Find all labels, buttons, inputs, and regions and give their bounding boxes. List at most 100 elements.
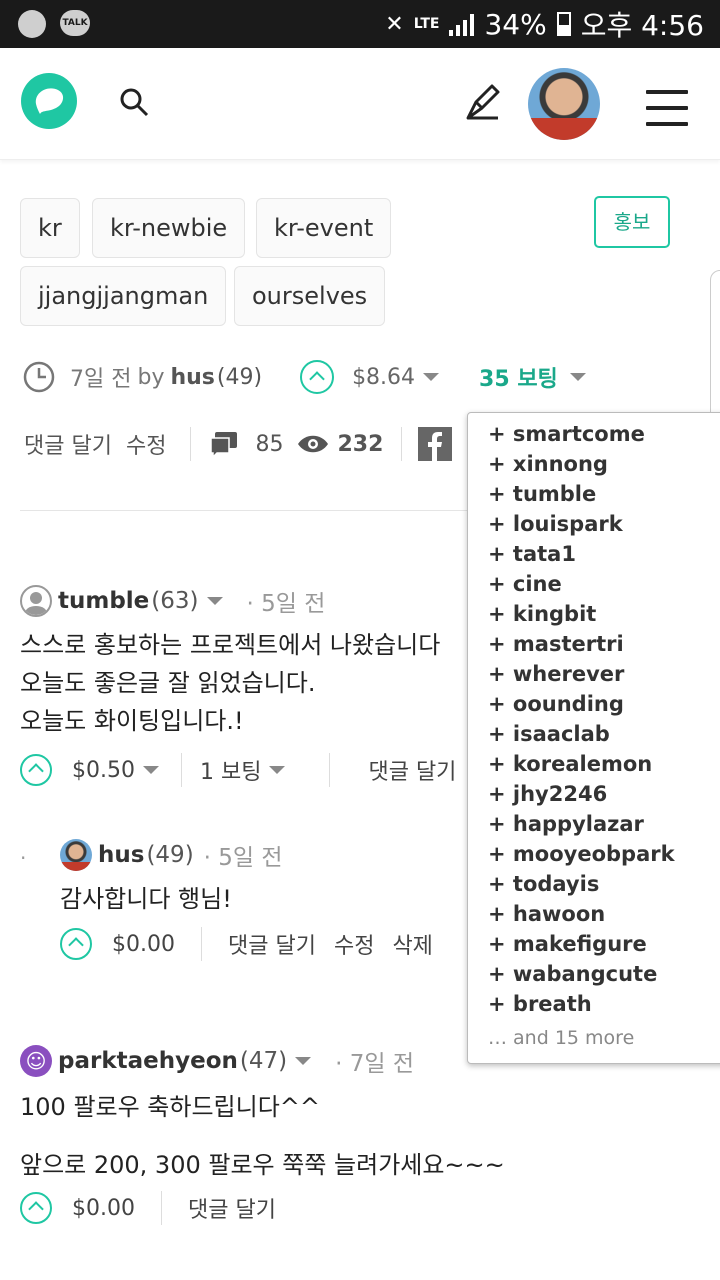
post-actions: 댓글 달기 수정 85 232 (24, 426, 453, 462)
voter-item[interactable]: + wherever (488, 659, 720, 689)
comment-upvote-icon[interactable] (20, 754, 52, 786)
tag-jjangjjangman[interactable]: jjangjjangman (20, 266, 227, 326)
comment-author[interactable]: hus (98, 842, 144, 868)
voter-item[interactable]: + jhy2246 (488, 779, 720, 809)
comment-votes[interactable]: 1 보팅 (200, 754, 261, 786)
search-icon[interactable] (118, 86, 150, 122)
comment-header: ☺ parktaehyeon (47) · 7일 전 (20, 1044, 414, 1078)
voter-item[interactable]: + tumble (488, 479, 720, 509)
comment-payout[interactable]: $0.00 (72, 1196, 135, 1221)
voter-item[interactable]: + smartcome (488, 419, 720, 449)
pen-icon[interactable] (462, 82, 502, 128)
comment-count: 85 (255, 431, 284, 457)
default-user-icon[interactable] (20, 585, 52, 617)
comment-author-rep: (47) (239, 1048, 288, 1074)
comment-upvote-icon[interactable] (20, 1192, 52, 1224)
comment-reply-link[interactable]: 댓글 달기 (228, 928, 316, 960)
hamburger-menu-icon[interactable] (646, 90, 688, 138)
comment-line: 앞으로 200, 300 팔로우 쭉쭉 늘려가세요~~~ (20, 1151, 505, 1179)
votes-caret-icon[interactable] (569, 373, 586, 381)
kakaotalk-icon: TALK (60, 10, 90, 36)
post-upvote-icon[interactable] (300, 360, 335, 394)
status-bar: TALK ✕ LTE 34% 오후 4:56 (0, 0, 720, 48)
comment-line: 100 팔로우 축하드립니다^^ (20, 1093, 321, 1121)
voter-item[interactable]: + todayis (488, 869, 720, 899)
divider (401, 427, 403, 461)
smiley-avatar-icon[interactable]: ☺ (20, 1045, 52, 1077)
tag-kr[interactable]: kr (20, 198, 80, 258)
network-type: LTE (413, 16, 440, 32)
comment-edit-link[interactable]: 수정 (334, 928, 374, 960)
comment-payout[interactable]: $0.50 (72, 758, 135, 783)
voter-item[interactable]: + mastertri (488, 629, 720, 659)
comment-author[interactable]: tumble (58, 588, 149, 614)
voter-item[interactable]: + kingbit (488, 599, 720, 629)
mute-icon: ✕ (385, 11, 404, 37)
post-author[interactable]: hus (170, 365, 214, 390)
post-reply-link[interactable]: 댓글 달기 (24, 428, 112, 460)
author-caret-icon[interactable] (295, 1057, 312, 1065)
comment-icon[interactable] (209, 429, 239, 459)
votes-caret-icon[interactable] (269, 766, 286, 774)
payout-caret-icon[interactable] (142, 766, 159, 774)
comment-reply-link[interactable]: 댓글 달기 (368, 754, 456, 786)
comment-line: 스스로 홍보하는 프로젝트에서 나왔습니다 (20, 631, 441, 659)
voter-item[interactable]: + tata1 (488, 539, 720, 569)
voter-item[interactable]: + louispark (488, 509, 720, 539)
voter-item[interactable]: + xinnong (488, 449, 720, 479)
comment-line: 오늘도 화이팅입니다.! (20, 707, 244, 735)
author-caret-icon[interactable] (206, 597, 223, 605)
comment-author[interactable]: parktaehyeon (58, 1048, 238, 1074)
battery-icon (556, 12, 571, 36)
comment-header: tumble (63) · 5일 전 (20, 584, 325, 618)
voter-item[interactable]: + happylazar (488, 809, 720, 839)
tag-kr-newbie[interactable]: kr-newbie (92, 198, 246, 258)
comment-author-rep: (63) (151, 588, 199, 614)
comment-upvote-icon[interactable] (60, 928, 92, 960)
user-avatar-small[interactable] (60, 839, 92, 871)
post-payout[interactable]: $8.64 (352, 365, 415, 390)
comment-body: 감사합니다 행님! (60, 880, 232, 918)
steemit-logo-icon[interactable] (18, 70, 80, 136)
user-avatar[interactable] (528, 68, 600, 140)
divider (329, 753, 331, 787)
comment-actions: $0.00 댓글 달기 (20, 1190, 276, 1226)
voter-item[interactable]: + makefigure (488, 929, 720, 959)
voter-item[interactable]: + mooyeobpark (488, 839, 720, 869)
clock-icon (23, 361, 55, 393)
voter-item[interactable]: + hawoon (488, 899, 720, 929)
comment-time: · 5일 전 (246, 591, 326, 617)
view-count: 232 (337, 431, 384, 457)
comment-delete-link[interactable]: 삭제 (392, 928, 432, 960)
clock: 오후 4:56 (580, 9, 704, 42)
post-edit-link[interactable]: 수정 (126, 428, 166, 460)
tag-ourselves[interactable]: ourselves (234, 266, 386, 326)
voter-item[interactable]: + isaaclab (488, 719, 720, 749)
voter-item[interactable]: + korealemon (488, 749, 720, 779)
post-votes[interactable]: 35 보팅 (479, 361, 558, 393)
comment-author-rep: (49) (146, 842, 194, 868)
comment-time: · 7일 전 (335, 1051, 414, 1077)
voter-item[interactable]: + oounding (488, 689, 720, 719)
tag-kr-event[interactable]: kr-event (256, 198, 392, 258)
comment-body: 스스로 홍보하는 프로젝트에서 나왔습니다 오늘도 좋은글 잘 읽었습니다. 오… (20, 626, 440, 740)
facebook-icon[interactable] (418, 427, 453, 461)
comment-time: · 5일 전 (203, 845, 283, 871)
comment-reply-link[interactable]: 댓글 달기 (188, 1192, 276, 1224)
app-notification-icon (18, 10, 46, 38)
voter-item[interactable]: + cine (488, 569, 720, 599)
voter-item[interactable]: + breath (488, 989, 720, 1019)
comment-header: hus (49) · 5일 전 (60, 838, 283, 872)
voters-more: … and 15 more (488, 1027, 635, 1049)
comment-payout[interactable]: $0.00 (112, 932, 175, 957)
signal-icon (449, 12, 475, 36)
post-meta: 7일 전 by hus (49) $8.64 35 보팅 (22, 360, 586, 394)
divider (190, 427, 192, 461)
promote-button[interactable]: 홍보 (594, 196, 670, 248)
divider (180, 753, 182, 787)
payout-caret-icon[interactable] (423, 373, 440, 381)
post-by: by (137, 364, 165, 390)
battery-percent: 34% (484, 7, 547, 41)
divider (160, 1191, 162, 1225)
voter-item[interactable]: + wabangcute (488, 959, 720, 989)
